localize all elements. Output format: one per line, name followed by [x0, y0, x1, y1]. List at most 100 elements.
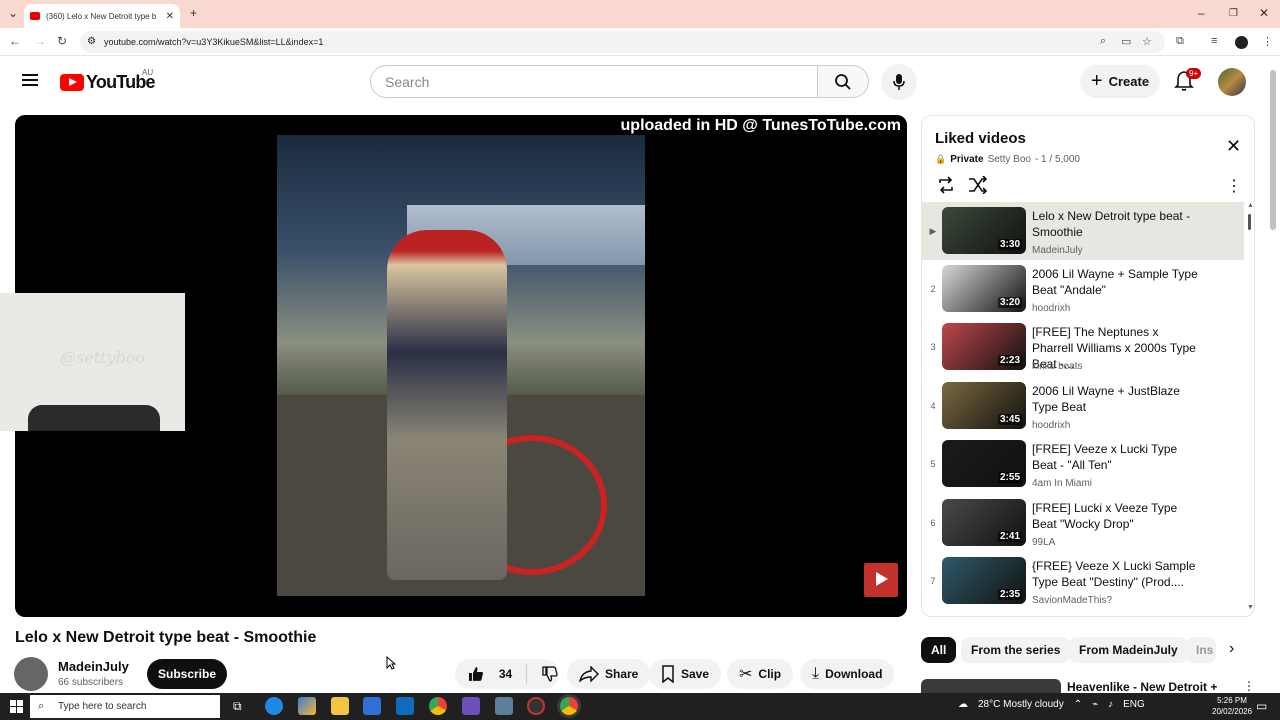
- obs-icon[interactable]: [527, 697, 545, 715]
- chip-from-series[interactable]: From the series: [961, 637, 1071, 663]
- page-scrollbar[interactable]: [1270, 70, 1276, 230]
- playlist-title[interactable]: Liked videos: [935, 130, 1026, 147]
- app-icon[interactable]: [495, 697, 513, 715]
- save-button[interactable]: Save: [649, 659, 722, 689]
- new-tab-icon[interactable]: +: [190, 6, 197, 20]
- chrome-active-icon[interactable]: [560, 697, 578, 715]
- taskbar-search-input[interactable]: ⌕ Type here to search: [30, 695, 220, 718]
- window-close-icon[interactable]: ✕: [1259, 6, 1269, 20]
- shuffle-icon[interactable]: [968, 176, 988, 194]
- media-controls-icon[interactable]: ≡: [1211, 35, 1217, 47]
- recommended-thumbnail[interactable]: [921, 679, 1061, 693]
- recommended-more-icon[interactable]: ⋮: [1243, 679, 1255, 693]
- playlist-item-thumbnail[interactable]: 3:30: [942, 207, 1026, 254]
- playlist-scroll-up-icon[interactable]: ▲: [1247, 202, 1254, 209]
- playlist-scroll-down-icon[interactable]: ▼: [1247, 604, 1254, 611]
- chips-next-icon[interactable]: ›: [1229, 640, 1234, 658]
- playlist-item-thumbnail[interactable]: 3:20: [942, 265, 1026, 312]
- subscribe-button[interactable]: Subscribe: [147, 659, 227, 689]
- edge-icon[interactable]: [265, 697, 283, 715]
- youtube-logo[interactable]: YouTube AU: [60, 68, 156, 93]
- network-icon[interactable]: ⌁: [1092, 699, 1098, 710]
- reload-icon[interactable]: ↻: [57, 34, 67, 48]
- zoom-icon[interactable]: ⌕: [1100, 35, 1106, 48]
- weather-icon[interactable]: ☁: [958, 699, 968, 710]
- mail-icon[interactable]: [396, 697, 414, 715]
- teams-icon[interactable]: [462, 697, 480, 715]
- playlist-item[interactable]: 2 3:20 2006 Lil Wayne + Sample Type Beat "…: [922, 260, 1244, 318]
- extensions-icon[interactable]: ⧉: [1176, 35, 1184, 48]
- file-explorer-icon[interactable]: [331, 697, 349, 715]
- search-button[interactable]: [817, 65, 869, 98]
- playlist-item[interactable]: 4 3:45 2006 Lil Wayne + JustBlaze Type Bea…: [922, 377, 1244, 435]
- tab-close-icon[interactable]: ✕: [166, 11, 174, 22]
- create-button[interactable]: + Create: [1080, 65, 1160, 98]
- playlist-item-title[interactable]: [FREE] Veeze x Lucki Type Beat - "All Te…: [1032, 441, 1200, 473]
- restore-icon[interactable]: ❐: [1229, 8, 1238, 19]
- playlist-close-icon[interactable]: ✕: [1226, 136, 1241, 157]
- playlist-item[interactable]: 5 2:55 [FREE] Veeze x Lucki Type Beat - "A…: [922, 435, 1244, 493]
- playlist-item-thumbnail[interactable]: 2:55: [942, 440, 1026, 487]
- clock[interactable]: 5:26 PM 20/02/2026: [1212, 695, 1252, 717]
- playlist-item[interactable]: 6 2:41 [FREE] Lucki x Veeze Type Beat "Woc…: [922, 494, 1244, 552]
- bookmark-star-icon[interactable]: ☆: [1142, 35, 1152, 48]
- playlist-item-duration: 2:55: [997, 472, 1022, 483]
- channel-name[interactable]: MadeinJuly: [58, 659, 129, 674]
- download-button[interactable]: ⤓ Download: [800, 659, 895, 689]
- clip-button[interactable]: ✂ Clip: [727, 659, 794, 689]
- playlist-item-thumbnail[interactable]: 2:23: [942, 323, 1026, 370]
- like-divider: [526, 664, 528, 684]
- recommended-title[interactable]: Heavenlike - New Detroit +: [1067, 680, 1217, 694]
- lang-indicator[interactable]: ENG: [1123, 699, 1145, 710]
- playlist-scrollbar[interactable]: [1248, 214, 1251, 230]
- volume-icon[interactable]: ♪: [1108, 699, 1113, 710]
- voice-search-button[interactable]: [881, 64, 917, 100]
- playlist-item-thumbnail[interactable]: 2:41: [942, 499, 1026, 546]
- guide-menu-icon[interactable]: [22, 74, 38, 86]
- playlist-more-icon[interactable]: ⋮: [1226, 176, 1242, 196]
- playlist-item-title[interactable]: [FREE] Lucki x Veeze Type Beat "Wocky Dr…: [1032, 500, 1200, 532]
- install-app-icon[interactable]: ▭: [1121, 35, 1131, 48]
- weather-text[interactable]: 28°C Mostly cloudy: [978, 699, 1064, 710]
- channel-watermark-subscribe-icon[interactable]: [864, 563, 898, 597]
- store-icon[interactable]: [363, 697, 381, 715]
- download-label: Download: [825, 667, 883, 681]
- loop-icon[interactable]: [936, 176, 956, 194]
- mouse-cursor-icon: [386, 656, 396, 670]
- address-bar[interactable]: ⚙ youtube.com/watch?v=u3Y3KikueSM&list=L…: [80, 31, 1165, 53]
- minimize-icon[interactable]: –: [1198, 6, 1205, 20]
- browser-tab-active[interactable]: (360) Lelo x New Detroit type b ✕: [24, 4, 180, 28]
- task-view-icon[interactable]: ⧉: [233, 699, 242, 714]
- playlist-item-thumbnail[interactable]: 3:45: [942, 382, 1026, 429]
- playlist-item[interactable]: 7 2:35 {FREE} Veeze X Lucki Sample Type Be…: [922, 552, 1244, 610]
- playlist-item-title[interactable]: {FREE} Veeze X Lucki Sample Type Beat "D…: [1032, 558, 1200, 590]
- site-info-icon[interactable]: ⚙: [87, 36, 96, 47]
- playlist-owner[interactable]: Setty Boo: [988, 154, 1031, 165]
- forward-icon[interactable]: →: [34, 34, 46, 48]
- profile-icon[interactable]: [1235, 36, 1248, 49]
- share-button[interactable]: Share: [567, 659, 651, 689]
- tray-overflow-icon[interactable]: ⌃: [1074, 699, 1082, 710]
- like-button[interactable]: [467, 665, 485, 683]
- playlist-item-thumbnail[interactable]: 2:35: [942, 557, 1026, 604]
- chrome-menu-icon[interactable]: ⋮: [1262, 35, 1273, 48]
- notification-center-icon[interactable]: ▭: [1256, 699, 1267, 713]
- chip-partial[interactable]: Ins: [1186, 637, 1216, 663]
- windows-start-icon[interactable]: [10, 700, 23, 713]
- playlist-item[interactable]: 3 2:23 [FREE] The Neptunes x Pharrell Will…: [922, 318, 1244, 376]
- like-dislike-group: 34: [455, 659, 559, 689]
- account-avatar[interactable]: [1218, 68, 1246, 96]
- search-input[interactable]: Search: [370, 65, 818, 98]
- copilot-icon[interactable]: [298, 697, 316, 715]
- channel-avatar[interactable]: [14, 657, 48, 691]
- chrome-icon[interactable]: [429, 697, 447, 715]
- back-icon[interactable]: ←: [9, 34, 21, 48]
- playlist-item-title[interactable]: 2006 Lil Wayne + JustBlaze Type Beat: [1032, 383, 1200, 415]
- chip-from-channel[interactable]: From MadeinJuly: [1069, 637, 1188, 663]
- playlist-item-title[interactable]: 2006 Lil Wayne + Sample Type Beat "Andal…: [1032, 266, 1200, 298]
- dislike-button[interactable]: [541, 665, 559, 683]
- playlist-item-title[interactable]: Lelo x New Detroit type beat - Smoothie: [1032, 208, 1200, 240]
- playlist-item[interactable]: ▶ 3:30 Lelo x New Detroit type beat - Smoo…: [922, 202, 1244, 260]
- chip-all[interactable]: All: [921, 637, 957, 663]
- tab-search-chevron-icon[interactable]: ⌄: [8, 6, 18, 20]
